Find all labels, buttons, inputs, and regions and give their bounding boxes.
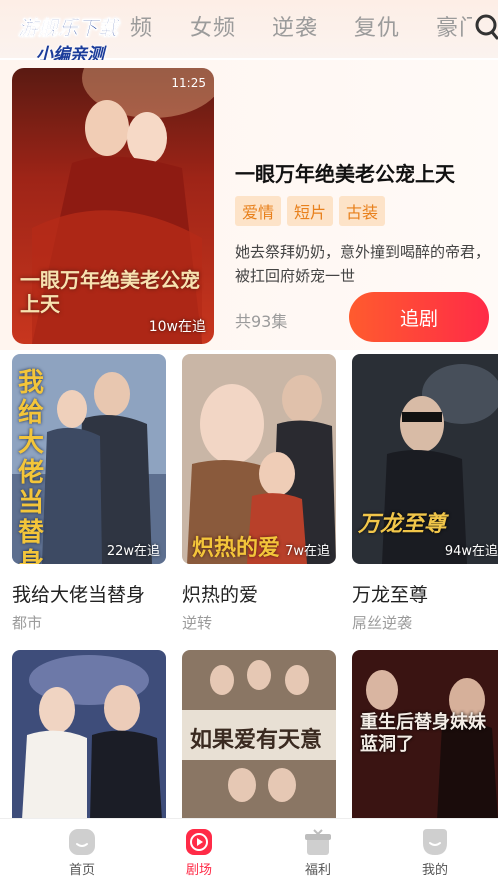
home-icon	[69, 829, 95, 855]
tag-romance: 爱情	[235, 196, 282, 226]
drama-views: 94w在追	[444, 544, 498, 559]
featured-title: 一眼万年绝美老公宠上天	[235, 162, 455, 186]
drama-genre: 屌丝逆袭	[352, 614, 413, 632]
nav-theater-label: 剧场	[185, 863, 212, 878]
drama-title: 炽热的爱	[182, 584, 259, 606]
drama-poster-title: 重生后替身妹妹蓝洞了	[360, 712, 486, 755]
drama-poster-title: 如果爱有天意	[190, 728, 323, 753]
poster-time: 11:25	[171, 76, 206, 90]
watermark-line1: 游舰乐下载	[18, 16, 119, 41]
featured-poster-title: 一眼万年绝美老公宠上天	[20, 268, 200, 316]
featured-views: 10w在追	[148, 319, 206, 335]
gift-icon	[305, 829, 331, 855]
category-bar: 频 女频 逆袭 复仇 豪门 游舰乐下载 小编亲测	[0, 0, 498, 65]
drama-views: 7w在追	[285, 544, 330, 559]
drama-poster[interactable]: 我给大佬当替身 22w在追	[12, 354, 166, 564]
tag-costume: 古装	[339, 196, 386, 226]
tab-female[interactable]: 女频	[190, 10, 236, 42]
drama-poster-title: 我给大佬当替身	[18, 368, 45, 564]
nav-profile-label: 我的	[421, 863, 448, 878]
play-icon	[186, 829, 212, 855]
drama-title: 我给大佬当替身	[12, 584, 146, 606]
drama-poster[interactable]: 如果爱有天意	[182, 650, 336, 820]
drama-genre: 都市	[12, 614, 43, 632]
tab-wealthy[interactable]: 豪门	[436, 10, 472, 42]
tab-revenge[interactable]: 复仇	[354, 10, 400, 42]
drama-poster[interactable]: 炽热的爱 7w在追	[182, 354, 336, 564]
nav-theater[interactable]: 剧场	[159, 827, 239, 878]
profile-icon	[423, 829, 447, 855]
tab-counterattack[interactable]: 逆袭	[272, 10, 318, 42]
drama-poster-title: 炽热的爱	[192, 536, 281, 561]
search-icon[interactable]	[472, 12, 498, 42]
featured-tags: 爱情 短片 古装	[235, 196, 386, 226]
drama-poster[interactable]	[12, 650, 166, 820]
nav-home-label: 首页	[68, 863, 95, 878]
drama-views: 22w在追	[106, 544, 160, 559]
nav-welfare[interactable]: 福利	[278, 827, 358, 878]
featured-poster[interactable]: 11:25 一眼万年绝美老公宠上天 10w在追	[12, 68, 214, 344]
featured-episodes: 共93集	[235, 312, 288, 331]
drama-title: 万龙至尊	[352, 584, 429, 606]
drama-poster-image	[12, 650, 166, 820]
drama-genre: 逆转	[182, 614, 213, 632]
nav-welfare-label: 福利	[304, 863, 331, 878]
drama-poster[interactable]: 万龙至尊 94w在追	[352, 354, 498, 564]
nav-profile[interactable]: 我的	[395, 827, 475, 878]
featured-description: 她去祭拜奶奶，意外撞到喝醉的帝君，被扛回府娇宠一世	[235, 243, 491, 285]
drama-poster[interactable]: 重生后替身妹妹蓝洞了	[352, 650, 498, 820]
drama-poster-title: 万龙至尊	[358, 512, 447, 537]
tag-short: 短片	[287, 196, 334, 226]
bottom-navigation: 首页 剧场 福利 我的	[0, 818, 498, 883]
follow-button[interactable]: 追剧	[349, 292, 489, 342]
nav-home[interactable]: 首页	[42, 827, 122, 878]
watermark: 游舰乐下载 小编亲测	[6, 6, 156, 66]
